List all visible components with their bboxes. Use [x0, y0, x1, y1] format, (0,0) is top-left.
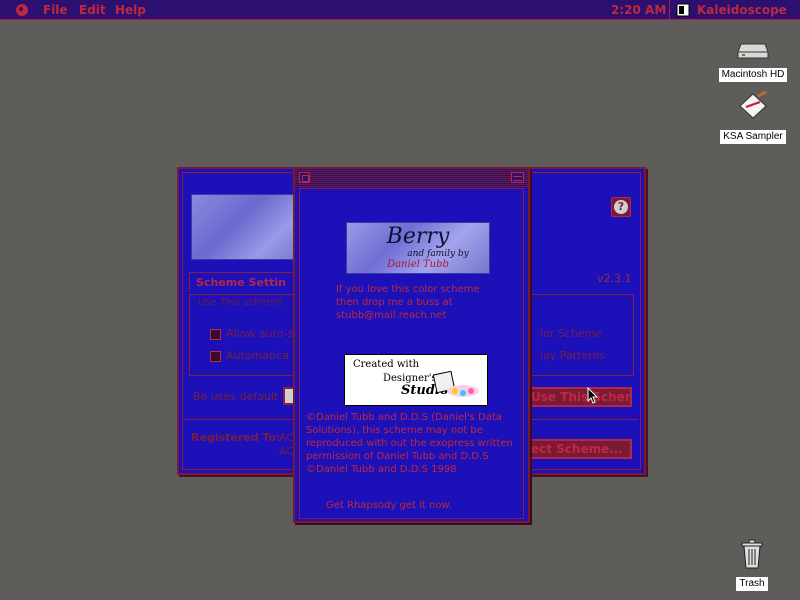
menu-file[interactable]: File: [43, 3, 68, 17]
registered-to-label: Registered To:: [191, 431, 281, 444]
copyright-text: ©Daniel Tubb and D.D.S (Daniel's Data So…: [306, 412, 513, 475]
logo-title: Berry: [386, 224, 450, 249]
help-button[interactable]: ?: [611, 197, 631, 217]
help-icon: ?: [614, 200, 628, 214]
berry-logo: Berry and family by Daniel Tubb: [346, 222, 490, 274]
logo-author: Daniel Tubb: [387, 259, 449, 270]
desktop-icon-label: KSA Sampler: [720, 130, 786, 144]
registered-organization: AC: [279, 445, 295, 458]
option-label: lor Scheme: [540, 327, 603, 340]
option-label: lay Patterns: [540, 349, 606, 362]
mouse-pointer-icon: [587, 387, 599, 404]
desktop-icon-ksa-sampler[interactable]: KSA Sampler: [716, 90, 790, 144]
menu-bar: File Edit Help 2:20 AM Kaleidoscope: [0, 0, 800, 20]
application-menu-label[interactable]: Kaleidoscope: [697, 3, 787, 17]
about-scheme-window: Berry and family by Daniel Tubb If you l…: [293, 167, 530, 523]
popup-label: Be uses default: [193, 390, 279, 403]
menu-clock[interactable]: 2:20 AM: [611, 3, 666, 17]
menu-help[interactable]: Help: [115, 3, 146, 17]
tab-scheme-settings[interactable]: Scheme Settin: [189, 272, 299, 292]
select-scheme-button[interactable]: ect Scheme...: [515, 439, 632, 459]
desktop-icon-label: Macintosh HD: [718, 68, 788, 82]
desktop-icon-trash[interactable]: Trash: [730, 539, 774, 591]
menu-edit[interactable]: Edit: [79, 3, 106, 17]
collapse-box-icon[interactable]: [511, 172, 524, 183]
option-checkbox[interactable]: [210, 329, 221, 340]
desktop-icon-macintosh-hd[interactable]: Macintosh HD: [716, 42, 790, 82]
option-label: Automatica: [226, 349, 290, 362]
logo-subtitle: and family by: [407, 249, 469, 259]
menubar-divider: [669, 0, 670, 20]
version-label: v2.3.1: [597, 272, 632, 285]
trash-icon: [741, 539, 763, 569]
group-title: Use This scheme: [198, 297, 283, 308]
ds-logo-line: Created with: [353, 359, 420, 370]
option-label: Allow auto-s: [226, 327, 294, 340]
berry-banner-image: [191, 194, 309, 260]
designers-studio-logo: Created with Designer's Studio: [344, 354, 488, 406]
desktop-icon-label: Trash: [736, 577, 768, 591]
option-checkbox[interactable]: [210, 351, 221, 362]
intro-text: If you love this color scheme then drop …: [336, 284, 480, 321]
application-menu-icon[interactable]: [676, 3, 690, 17]
hard-drive-icon: [737, 43, 769, 59]
about-content: Berry and family by Daniel Tubb If you l…: [299, 188, 524, 519]
footer-text: Get Rhapsody get it now.: [326, 500, 452, 511]
use-this-scheme-button[interactable]: Use This Scheme: [515, 387, 632, 407]
palette-icon: [432, 371, 479, 397]
apple-menu-icon[interactable]: [15, 3, 29, 17]
sampler-document-icon: [739, 90, 767, 119]
window-title-bar[interactable]: [295, 169, 528, 187]
close-box-icon[interactable]: [299, 172, 310, 183]
registered-name: AC: [279, 431, 295, 444]
